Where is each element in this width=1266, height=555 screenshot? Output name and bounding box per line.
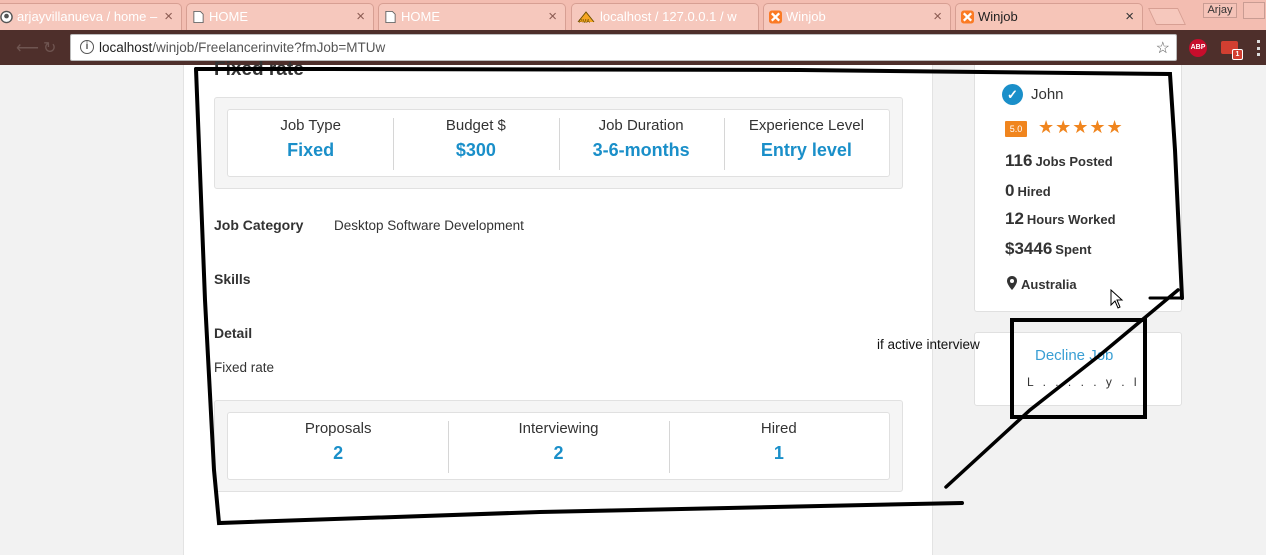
address-bar[interactable]: i localhost/winjob/Freelancerinvite?fmJo… — [70, 34, 1177, 61]
stat-label: Proposals — [304, 420, 372, 437]
detail-label: Detail — [214, 325, 253, 341]
url-text: localhost/winjob/Freelancerinvite?fmJob=… — [99, 40, 385, 55]
browser-tab-active[interactable]: Winjob × — [955, 3, 1143, 30]
stat-value: Fixed — [287, 140, 335, 160]
stat-value: 3-6-months — [592, 140, 690, 160]
skills-label: Skills — [214, 271, 251, 287]
github-icon — [0, 10, 13, 24]
stat-value: 2 — [553, 443, 564, 463]
close-icon[interactable]: × — [1125, 8, 1134, 25]
close-icon[interactable]: × — [548, 8, 557, 25]
back-arrow-icon[interactable]: ⟵ — [16, 38, 39, 58]
client-name: John — [1031, 86, 1064, 103]
client-info-card: ✓ John 5.0 ★★★★★ 116 Jobs Posted 0 Hired 1… — [974, 65, 1182, 312]
info-icon[interactable]: i — [80, 40, 94, 54]
proposal-stats: Proposals 2 Interviewing 2 Hired 1 — [227, 412, 890, 480]
user-profile-button[interactable]: Arjay — [1203, 3, 1237, 18]
job-stats-box: Job Type Fixed Budget $ $300 Job Duratio… — [214, 97, 903, 189]
tab-title: arjayvillanueva / home – — [17, 9, 158, 24]
new-tab-button[interactable] — [1148, 8, 1186, 25]
spent-amount: $3446 — [1005, 239, 1053, 258]
client-location: Australia — [1021, 277, 1077, 292]
job-category-value: Desktop Software Development — [334, 218, 524, 233]
tab-title: Winjob — [786, 9, 826, 24]
browser-tab[interactable]: PMA localhost / 127.0.0.1 / w — [571, 3, 759, 30]
tab-title: HOME — [209, 9, 248, 24]
client-jobs-posted: 116 Jobs Posted — [1005, 151, 1113, 171]
adblock-extension-icon[interactable]: ABP — [1189, 39, 1207, 57]
xampp-icon — [769, 10, 782, 24]
close-icon[interactable]: × — [356, 8, 365, 25]
stat-value: Entry level — [760, 140, 852, 160]
tab-title: Winjob — [978, 9, 1018, 24]
browser-tab[interactable]: arjayvillanueva / home – × — [0, 3, 182, 30]
stat-experience-level: Experience Level Entry level — [723, 110, 889, 176]
decline-subtext: L . . . . . y . l — [1027, 375, 1140, 389]
reload-icon[interactable]: ↻ — [43, 38, 56, 58]
mail-extension-icon[interactable]: 1 — [1221, 41, 1243, 60]
stat-label: Hired — [760, 420, 797, 437]
client-hours-worked: 12 Hours Worked — [1005, 209, 1116, 229]
mouse-cursor-icon — [1110, 289, 1124, 309]
decline-job-card: Decline Job L . . . . . y . l — [974, 332, 1182, 406]
stat-value: $300 — [455, 140, 496, 160]
browser-tab[interactable]: HOME × — [378, 3, 566, 30]
stat-label: Interviewing — [518, 420, 599, 437]
hired-label: Hired — [1017, 184, 1051, 199]
client-hired: 0 Hired — [1005, 181, 1051, 201]
jobs-posted-label: Jobs Posted — [1035, 154, 1113, 169]
url-host: localhost — [99, 40, 153, 55]
stat-value: 2 — [333, 443, 344, 463]
stat-job-type: Job Type Fixed — [228, 110, 393, 176]
stat-label: Job Duration — [598, 117, 684, 134]
job-details-panel: Fixed rate Job Type Fixed Budget $ $300 … — [183, 59, 933, 555]
close-icon[interactable]: × — [164, 8, 173, 25]
hired-count: 0 — [1005, 181, 1015, 200]
jobs-posted-count: 116 — [1005, 151, 1033, 170]
close-icon[interactable]: × — [933, 8, 942, 25]
verified-check-icon: ✓ — [1002, 84, 1023, 105]
browser-tab-bar: arjayvillanueva / home – × HOME × HOME ×… — [0, 0, 1266, 30]
spent-label: Spent — [1055, 242, 1092, 257]
stat-interviewing: Interviewing 2 — [448, 413, 668, 479]
decline-job-link[interactable]: Decline Job — [1035, 347, 1113, 364]
page-icon — [385, 10, 396, 24]
detail-value: Fixed rate — [214, 360, 275, 375]
stat-value: 1 — [773, 443, 784, 463]
window-minimize-button[interactable] — [1243, 2, 1265, 19]
annotation-note: if active interview — [877, 337, 980, 352]
stat-label: Job Type — [280, 117, 341, 134]
star-rating-icons: ★★★★★ — [1038, 117, 1124, 137]
page-icon — [193, 10, 204, 24]
location-pin-icon — [1007, 276, 1017, 290]
job-category-label: Job Category — [214, 217, 304, 233]
mail-badge: 1 — [1232, 49, 1243, 60]
section-title: Fixed rate — [214, 59, 304, 80]
browser-menu-icon[interactable] — [1257, 40, 1260, 56]
stat-label: Experience Level — [748, 117, 864, 134]
hours-count: 12 — [1005, 209, 1024, 228]
stat-budget: Budget $ $300 — [393, 110, 558, 176]
browser-tab[interactable]: Winjob × — [763, 3, 951, 30]
url-path: /winjob/Freelancerinvite?fmJob=MTUw — [152, 40, 386, 55]
browser-toolbar: ⟵ ↻ i localhost/winjob/Freelancerinvite?… — [0, 30, 1266, 65]
stat-proposals: Proposals 2 — [228, 413, 448, 479]
stat-label: Budget $ — [445, 117, 506, 134]
stat-hired: Hired 1 — [668, 413, 889, 479]
tab-title: HOME — [401, 9, 440, 24]
rating-badge: 5.0 — [1005, 121, 1027, 137]
job-stats: Job Type Fixed Budget $ $300 Job Duratio… — [227, 109, 890, 177]
client-spent: $3446 Spent — [1005, 239, 1091, 259]
svg-text:PMA: PMA — [579, 19, 591, 24]
xampp-icon — [961, 10, 974, 24]
stat-job-duration: Job Duration 3-6-months — [558, 110, 724, 176]
hours-label: Hours Worked — [1026, 212, 1116, 227]
phpmyadmin-icon: PMA — [577, 11, 595, 24]
browser-tab[interactable]: HOME × — [186, 3, 374, 30]
tab-title: localhost / 127.0.0.1 / w — [600, 9, 737, 24]
bookmark-star-icon[interactable]: ☆ — [1156, 38, 1170, 58]
proposal-stats-box: Proposals 2 Interviewing 2 Hired 1 — [214, 400, 903, 492]
